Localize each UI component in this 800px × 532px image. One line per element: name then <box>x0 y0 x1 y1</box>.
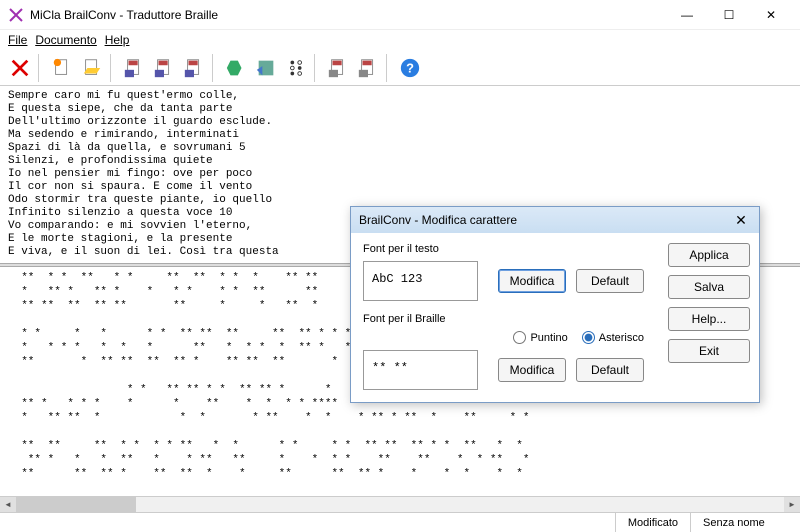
horizontal-scrollbar[interactable]: ◄ ► <box>0 496 800 512</box>
braille-dots-button[interactable] <box>282 54 310 82</box>
font-braille-sample: ** ** <box>363 350 478 390</box>
delete-button[interactable] <box>6 54 34 82</box>
new-doc-button[interactable] <box>48 54 76 82</box>
save-text-button[interactable] <box>150 54 178 82</box>
close-button[interactable]: ✕ <box>750 1 792 29</box>
menu-help[interactable]: Help <box>105 33 130 47</box>
export-button[interactable] <box>180 54 208 82</box>
scroll-thumb[interactable] <box>16 497 136 512</box>
save-braille-button[interactable] <box>120 54 148 82</box>
menu-documento[interactable]: Documento <box>35 33 96 47</box>
salva-button[interactable]: Salva <box>668 275 750 299</box>
menubar: File Documento Help <box>0 30 800 50</box>
dialog-close-button[interactable]: ✕ <box>731 210 751 230</box>
font-dialog: BrailConv - Modifica carattere ✕ Font pe… <box>350 206 760 403</box>
font-braille-label: Font per il Braille <box>363 313 644 325</box>
open-doc-button[interactable] <box>78 54 106 82</box>
default-braille-button[interactable]: Default <box>576 358 644 382</box>
titlebar: MiCla BrailConv - Traduttore Braille — ☐… <box>0 0 800 30</box>
maximize-button[interactable]: ☐ <box>708 1 750 29</box>
help-button[interactable]: ? <box>396 54 424 82</box>
import-text-button[interactable] <box>354 54 382 82</box>
app-icon <box>8 7 24 23</box>
toolbar: ? <box>0 50 800 86</box>
building-button[interactable] <box>252 54 280 82</box>
import-braille-button[interactable] <box>324 54 352 82</box>
font-text-sample: AbC 123 <box>363 261 478 301</box>
font-text-label: Font per il testo <box>363 243 644 255</box>
exit-button[interactable]: Exit <box>668 339 750 363</box>
scroll-left-arrow[interactable]: ◄ <box>0 497 16 512</box>
dialog-title: BrailConv - Modifica carattere <box>359 213 731 227</box>
modifica-braille-button[interactable]: Modifica <box>498 358 566 382</box>
dialog-help-button[interactable]: Help... <box>668 307 750 331</box>
dialog-titlebar[interactable]: BrailConv - Modifica carattere ✕ <box>351 207 759 233</box>
radio-puntino[interactable]: Puntino <box>513 331 567 344</box>
status-filename: Senza nome <box>690 513 800 532</box>
window-title: MiCla BrailConv - Traduttore Braille <box>30 8 666 22</box>
scroll-right-arrow[interactable]: ► <box>784 497 800 512</box>
svg-text:?: ? <box>406 60 414 75</box>
statusbar: Modificato Senza nome <box>0 512 800 532</box>
scroll-track[interactable] <box>16 497 784 512</box>
menu-file[interactable]: File <box>8 33 27 47</box>
minimize-button[interactable]: — <box>666 1 708 29</box>
shape-button[interactable] <box>222 54 250 82</box>
radio-asterisco[interactable]: Asterisco <box>582 331 644 344</box>
applica-button[interactable]: Applica <box>668 243 750 267</box>
modifica-text-button[interactable]: Modifica <box>498 269 566 293</box>
default-text-button[interactable]: Default <box>576 269 644 293</box>
status-modified: Modificato <box>615 513 690 532</box>
